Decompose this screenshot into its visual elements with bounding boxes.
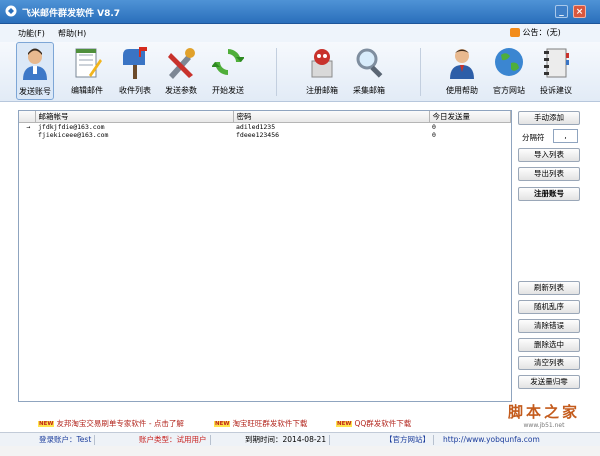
grid-header-password[interactable]: 密码 bbox=[233, 111, 430, 123]
grid-header-sent-today[interactable]: 今日发送量 bbox=[429, 111, 511, 123]
official-site-button[interactable]: 官方网站 bbox=[488, 42, 530, 100]
account-cell[interactable]: jfdkjfdie@163.com bbox=[35, 123, 233, 132]
grid-header-indicator bbox=[19, 111, 36, 123]
grid-header-account[interactable]: 邮箱帐号 bbox=[35, 111, 234, 123]
user-account-icon bbox=[23, 48, 47, 80]
close-button[interactable]: × bbox=[573, 5, 586, 18]
toolbar: 发送账号 编辑邮件 收件列表 发送参数 开始发送 注册邮箱 采集邮箱 使用帮助 … bbox=[0, 42, 600, 102]
random-order-button[interactable]: 随机乱序 bbox=[518, 300, 580, 314]
new-badge: NEW bbox=[214, 421, 231, 427]
mailbox-icon bbox=[123, 47, 147, 79]
usage-help-label: 使用帮助 bbox=[446, 86, 478, 95]
minimize-button[interactable]: _ bbox=[555, 5, 568, 18]
status-account-type: 账户类型：试用用户 bbox=[136, 435, 211, 445]
register-account-button[interactable]: 注册账号 bbox=[518, 187, 580, 201]
status-bar: 登录账户：Test 账户类型：试用用户 到期时间：2014-08-21 【官方网… bbox=[0, 432, 600, 446]
ad-link-qq[interactable]: NEW QQ群发软件下载 bbox=[336, 418, 411, 429]
notice-text: 公告：(无) bbox=[522, 28, 561, 37]
globe-icon bbox=[495, 48, 523, 76]
register-mail-button[interactable]: 注册邮箱 bbox=[301, 42, 343, 100]
clear-errors-button[interactable]: 清除错误 bbox=[518, 319, 580, 333]
ad-text: QQ群发软件下载 bbox=[354, 419, 412, 428]
refresh-send-icon bbox=[212, 49, 244, 75]
ad-link-taobao-brush[interactable]: NEW 友邦淘宝交易刷单专家软件 - 点击了解 bbox=[38, 418, 184, 429]
add-manual-button[interactable]: 手动添加 bbox=[518, 111, 580, 125]
watermark-title: 脚本之家 bbox=[507, 403, 580, 421]
sent-cell[interactable]: 0 bbox=[429, 123, 511, 132]
watermark-url: www.jb51.net bbox=[523, 422, 565, 429]
status-login-account: 登录账户：Test bbox=[36, 435, 96, 445]
row-indicator: → bbox=[26, 123, 31, 131]
password-cell[interactable]: fdeee123456 bbox=[233, 131, 429, 139]
edit-mail-button[interactable]: 编辑邮件 bbox=[66, 42, 108, 100]
sent-cell[interactable]: 0 bbox=[429, 131, 511, 139]
menu-help[interactable]: 帮助(H) bbox=[58, 28, 86, 39]
ad-bar: NEW 友邦淘宝交易刷单专家软件 - 点击了解 NEW 淘宝旺旺群发软件下载 NEW… bbox=[18, 416, 538, 430]
collect-mail-button[interactable]: 采集邮箱 bbox=[348, 42, 390, 100]
toolbar-separator bbox=[276, 48, 277, 96]
clear-list-button[interactable]: 清空列表 bbox=[518, 356, 580, 370]
help-person-icon bbox=[450, 49, 474, 79]
new-badge: NEW bbox=[38, 421, 55, 427]
window-title: 飞米邮件群发软件 V8.7 bbox=[22, 9, 121, 19]
account-grid[interactable]: 邮箱帐号 密码 今日发送量 → jfdkjfdie@163.com adiled… bbox=[18, 110, 512, 402]
send-params-label: 发送参数 bbox=[165, 86, 197, 95]
notebook-icon bbox=[544, 48, 569, 78]
feedback-button[interactable]: 投诉建议 bbox=[535, 42, 577, 100]
recipient-list-button[interactable]: 收件列表 bbox=[114, 42, 156, 100]
send-account-label: 发送账号 bbox=[19, 87, 51, 96]
feedback-label: 投诉建议 bbox=[540, 86, 572, 95]
reset-sent-button[interactable]: 发送量归零 bbox=[518, 375, 580, 389]
app-logo-icon bbox=[5, 5, 17, 17]
status-url-link[interactable]: http://www.yobqunfa.com bbox=[440, 435, 543, 445]
toolbar-separator-2 bbox=[420, 48, 421, 96]
start-send-label: 开始发送 bbox=[212, 86, 244, 95]
tools-icon bbox=[168, 48, 195, 79]
status-expire-time: 到期时间：2014-08-21 bbox=[242, 435, 331, 445]
status-official-site[interactable]: 【官方网站】 bbox=[382, 435, 434, 445]
refresh-list-button[interactable]: 刷新列表 bbox=[518, 281, 580, 295]
row-indicator bbox=[19, 131, 35, 139]
delete-selected-button[interactable]: 删除选中 bbox=[518, 338, 580, 352]
menu-function[interactable]: 功能(F) bbox=[18, 28, 45, 39]
menu-bar: 功能(F) 帮助(H) 公告：(无) bbox=[0, 24, 600, 42]
ad-text: 淘宝旺旺群发软件下载 bbox=[232, 419, 308, 428]
usage-help-button[interactable]: 使用帮助 bbox=[441, 42, 483, 100]
ad-text: 友邦淘宝交易刷单专家软件 - 点击了解 bbox=[56, 419, 184, 428]
grid-header-row: 邮箱帐号 密码 今日发送量 bbox=[19, 111, 511, 123]
table-row[interactable]: → jfdkjfdie@163.com adiled1235 0 bbox=[19, 123, 511, 132]
collect-mail-label: 采集邮箱 bbox=[353, 86, 385, 95]
password-cell[interactable]: adiled1235 bbox=[233, 123, 429, 132]
register-mail-icon bbox=[311, 49, 333, 78]
register-mail-label: 注册邮箱 bbox=[306, 86, 338, 95]
title-bar[interactable]: 飞米邮件群发软件 V8.7 _ × bbox=[0, 0, 600, 24]
official-site-label: 官方网站 bbox=[493, 86, 525, 95]
notice-area[interactable]: 公告：(无) bbox=[510, 27, 561, 39]
edit-mail-icon bbox=[75, 48, 102, 78]
bottom-strip bbox=[0, 446, 600, 456]
watermark: 脚本之家 www.jb51.net bbox=[494, 401, 594, 431]
export-list-button[interactable]: 导出列表 bbox=[518, 167, 580, 181]
separator-input[interactable]: , bbox=[553, 129, 578, 143]
recipient-list-label: 收件列表 bbox=[119, 86, 151, 95]
speaker-icon bbox=[510, 28, 520, 37]
new-badge: NEW bbox=[336, 421, 353, 427]
send-params-button[interactable]: 发送参数 bbox=[160, 42, 202, 100]
edit-mail-label: 编辑邮件 bbox=[71, 86, 103, 95]
start-send-button[interactable]: 开始发送 bbox=[207, 42, 249, 100]
ad-link-wangwang[interactable]: NEW 淘宝旺旺群发软件下载 bbox=[214, 418, 307, 429]
send-account-button[interactable]: 发送账号 bbox=[16, 42, 54, 100]
table-row[interactable]: fjiekiceee@163.com fdeee123456 0 bbox=[19, 131, 511, 139]
account-cell[interactable]: fjiekiceee@163.com bbox=[35, 131, 233, 139]
import-list-button[interactable]: 导入列表 bbox=[518, 148, 580, 162]
separator-label: 分隔符 bbox=[522, 133, 545, 142]
search-magnifier-icon bbox=[356, 48, 383, 78]
